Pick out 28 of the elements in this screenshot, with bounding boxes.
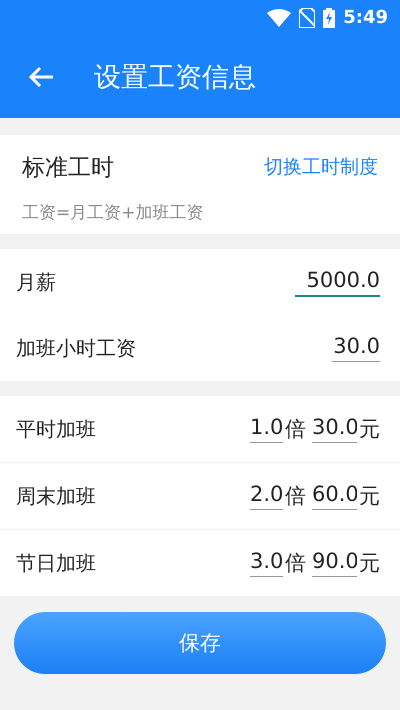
page-title: 设置工资信息 [94, 60, 256, 94]
multiplier-input[interactable]: 2.0 [250, 482, 283, 510]
amount-input[interactable]: 30.0 [312, 415, 357, 443]
switch-link[interactable]: 切换工时制度 [264, 154, 378, 180]
amount-input[interactable]: 60.0 [312, 482, 357, 510]
field-label: 加班小时工资 [16, 334, 136, 362]
overtime-label: 周末加班 [16, 482, 96, 510]
multiplier-input[interactable]: 3.0 [250, 549, 283, 577]
battery-charging-icon [323, 8, 336, 28]
unit-label: 倍 [285, 416, 306, 443]
salary-input[interactable]: 5000.0 [295, 268, 380, 296]
unit-label: 倍 [285, 483, 306, 510]
multiplier-input[interactable]: 1.0 [250, 415, 283, 443]
unit-label: 元 [359, 483, 380, 510]
status-time: 5:49 [343, 7, 388, 28]
overtime-label: 节日加班 [16, 550, 96, 576]
work-hours-title: 标准工时 [22, 154, 114, 182]
formula-text: 工资=月工资+加班工资 [21, 202, 204, 225]
salary-input[interactable]: 30.0 [332, 334, 380, 362]
wifi-icon [267, 8, 292, 26]
no-sim-icon [299, 8, 316, 28]
amount-input[interactable]: 90.0 [312, 549, 357, 577]
field-label: 月薪 [16, 268, 56, 296]
back-arrow-icon[interactable] [28, 66, 54, 88]
unit-label: 倍 [285, 550, 306, 577]
unit-label: 元 [359, 416, 380, 443]
overtime-label: 平时加班 [16, 416, 96, 442]
unit-label: 元 [359, 550, 380, 577]
